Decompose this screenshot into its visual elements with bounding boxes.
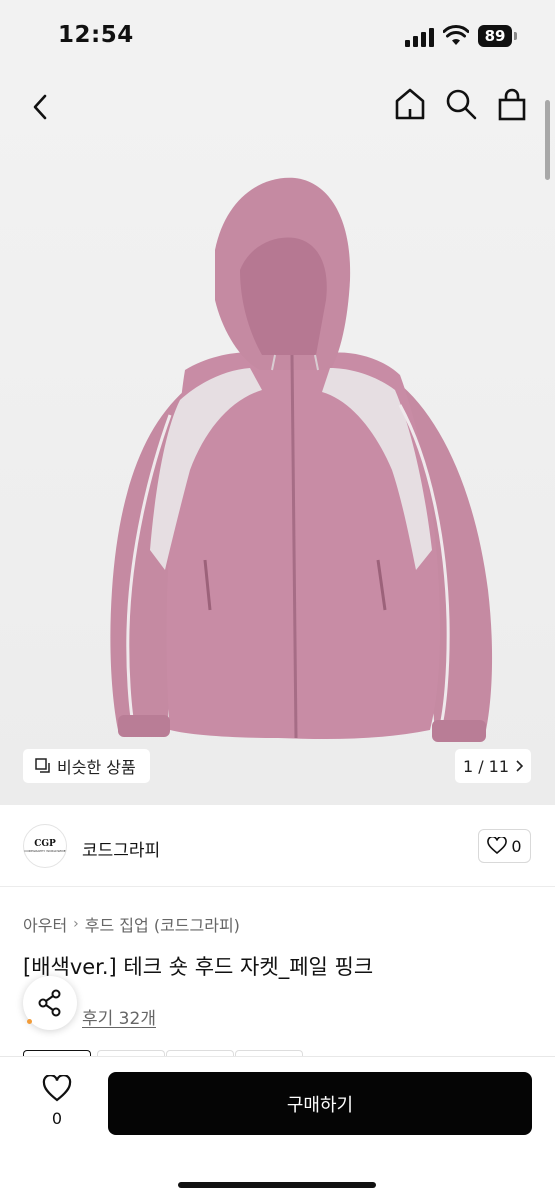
chevron-right-icon: › <box>73 916 79 932</box>
back-arrow-icon[interactable] <box>24 90 58 124</box>
home-indicator[interactable] <box>178 1182 376 1188</box>
shop-row[interactable]: CGP CODEGRAPHY WORLDWIDE 코드그라피 0 <box>0 805 555 887</box>
review-link[interactable]: 후기 32개 <box>82 1004 156 1029</box>
cellular-signal-icon <box>405 27 435 47</box>
wishlist-button[interactable]: 0 <box>36 1074 78 1135</box>
status-bar: 12:54 89 <box>0 0 555 70</box>
similar-products-label: 비슷한 상품 <box>57 758 136 777</box>
wifi-icon <box>443 25 469 45</box>
home-icon[interactable] <box>394 87 426 121</box>
review-star-icon <box>27 1019 32 1024</box>
heart-icon <box>487 837 508 855</box>
shopping-bag-icon[interactable] <box>497 87 527 121</box>
shop-like-count: 0 <box>511 836 522 856</box>
image-pager[interactable]: 1 / 11 <box>455 749 531 783</box>
bottom-action-bar: 0 구매하기 <box>0 1056 555 1200</box>
product-image-carousel[interactable]: 비슷한 상품 1 / 11 <box>0 70 555 805</box>
similar-items-icon <box>35 758 50 773</box>
wishlist-count: 0 <box>51 1109 63 1128</box>
share-icon <box>38 989 61 1017</box>
breadcrumb: 아우터 › 후드 집업 (코드그라피) <box>23 912 240 936</box>
battery-tip <box>514 32 517 40</box>
scrollbar[interactable] <box>545 100 550 180</box>
search-icon[interactable] <box>445 88 477 120</box>
image-pager-text: 1 / 11 <box>462 756 510 776</box>
shop-name[interactable]: 코드그라피 <box>82 836 160 861</box>
buy-button[interactable]: 구매하기 <box>108 1072 532 1135</box>
shop-logo[interactable]: CGP CODEGRAPHY WORLDWIDE <box>23 824 67 868</box>
heart-icon <box>42 1074 72 1102</box>
battery-icon: 89 <box>478 25 512 47</box>
product-title: [배색ver.] 테크 숏 후드 자켓_페일 핑크 <box>23 955 374 979</box>
shop-like-button[interactable]: 0 <box>478 829 531 863</box>
shop-logo-subtext: CODEGRAPHY WORLDWIDE <box>24 849 66 853</box>
breadcrumb-item-hood-zipup[interactable]: 후드 집업 (코드그라피) <box>85 912 240 936</box>
shop-logo-text: CGP <box>34 839 56 849</box>
similar-products-button[interactable]: 비슷한 상품 <box>23 749 150 783</box>
chevron-right-icon <box>516 760 524 772</box>
product-image <box>0 70 555 805</box>
status-time: 12:54 <box>58 22 134 48</box>
breadcrumb-item-outer[interactable]: 아우터 <box>23 912 67 936</box>
